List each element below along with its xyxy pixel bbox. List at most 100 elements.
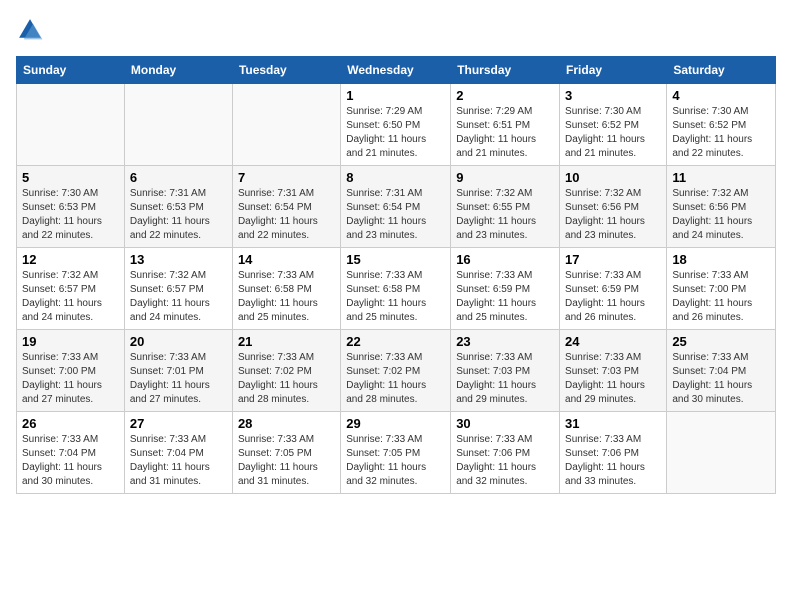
calendar-cell: 9 Sunrise: 7:32 AM Sunset: 6:55 PM Daylig… [451,166,560,248]
day-info: Sunrise: 7:33 AM Sunset: 7:06 PM Dayligh… [456,433,554,489]
day-number: 28 [238,416,335,431]
calendar-cell: 16 Sunrise: 7:33 AM Sunset: 6:59 PM Dayli… [451,248,560,330]
calendar-cell: 29 Sunrise: 7:33 AM Sunset: 7:05 PM Dayli… [341,412,451,494]
calendar-cell: 7Sunrise: 7:31 AM Sunset: 6:54 PM Daylig… [232,166,340,248]
calendar-cell: 22 Sunrise: 7:33 AM Sunset: 7:02 PM Dayli… [341,330,451,412]
calendar-cell: 27 Sunrise: 7:33 AM Sunset: 7:04 PM Dayli… [124,412,232,494]
day-info: Sunrise: 7:32 AM Sunset: 6:56 PM Dayligh… [565,187,661,243]
day-info: Sunrise: 7:29 AM Sunset: 6:50 PM Dayligh… [346,105,445,161]
calendar-week-row: 1 Sunrise: 7:29 AM Sunset: 6:50 PM Daylig… [17,84,776,166]
day-info: Sunrise: 7:33 AM Sunset: 7:00 PM Dayligh… [22,351,119,407]
calendar-cell: 26Sunrise: 7:33 AM Sunset: 7:04 PM Dayli… [17,412,125,494]
day-number: 14 [238,252,335,267]
day-info: Sunrise: 7:33 AM Sunset: 7:06 PM Dayligh… [565,433,661,489]
weekday-header-tuesday: Tuesday [232,57,340,84]
calendar-cell: 12 Sunrise: 7:32 AM Sunset: 6:57 PM Dayli… [17,248,125,330]
day-info: Sunrise: 7:33 AM Sunset: 7:00 PM Dayligh… [672,269,770,325]
day-number: 1 [346,88,445,103]
day-info: Sunrise: 7:33 AM Sunset: 7:04 PM Dayligh… [22,433,119,489]
day-number: 4 [672,88,770,103]
logo-icon [16,16,44,44]
calendar-cell [667,412,776,494]
day-number: 22 [346,334,445,349]
calendar-cell: 1 Sunrise: 7:29 AM Sunset: 6:50 PM Daylig… [341,84,451,166]
day-info: Sunrise: 7:29 AM Sunset: 6:51 PM Dayligh… [456,105,554,161]
day-info: Sunrise: 7:33 AM Sunset: 6:59 PM Dayligh… [456,269,554,325]
day-number: 6 [130,170,227,185]
calendar-cell: 18 Sunrise: 7:33 AM Sunset: 7:00 PM Dayli… [667,248,776,330]
weekday-header-monday: Monday [124,57,232,84]
day-info: Sunrise: 7:33 AM Sunset: 7:01 PM Dayligh… [130,351,227,407]
calendar-table: SundayMondayTuesdayWednesdayThursdayFrid… [16,56,776,494]
day-info: Sunrise: 7:30 AM Sunset: 6:53 PM Dayligh… [22,187,119,243]
day-info: Sunrise: 7:33 AM Sunset: 7:03 PM Dayligh… [456,351,554,407]
calendar-cell: 4Sunrise: 7:30 AM Sunset: 6:52 PM Daylig… [667,84,776,166]
day-number: 30 [456,416,554,431]
day-number: 23 [456,334,554,349]
day-info: Sunrise: 7:33 AM Sunset: 7:02 PM Dayligh… [346,351,445,407]
weekday-header-friday: Friday [560,57,667,84]
calendar-week-row: 26Sunrise: 7:33 AM Sunset: 7:04 PM Dayli… [17,412,776,494]
logo [16,16,48,44]
calendar-cell: 28Sunrise: 7:33 AM Sunset: 7:05 PM Dayli… [232,412,340,494]
calendar-cell: 11Sunrise: 7:32 AM Sunset: 6:56 PM Dayli… [667,166,776,248]
day-info: Sunrise: 7:32 AM Sunset: 6:57 PM Dayligh… [22,269,119,325]
day-number: 25 [672,334,770,349]
day-info: Sunrise: 7:33 AM Sunset: 7:02 PM Dayligh… [238,351,335,407]
day-info: Sunrise: 7:31 AM Sunset: 6:53 PM Dayligh… [130,187,227,243]
day-number: 16 [456,252,554,267]
calendar-cell [124,84,232,166]
calendar-cell: 10Sunrise: 7:32 AM Sunset: 6:56 PM Dayli… [560,166,667,248]
day-number: 9 [456,170,554,185]
day-number: 12 [22,252,119,267]
calendar-cell: 24 Sunrise: 7:33 AM Sunset: 7:03 PM Dayli… [560,330,667,412]
day-number: 3 [565,88,661,103]
day-number: 21 [238,334,335,349]
day-info: Sunrise: 7:33 AM Sunset: 7:05 PM Dayligh… [346,433,445,489]
day-info: Sunrise: 7:33 AM Sunset: 7:04 PM Dayligh… [672,351,770,407]
calendar-cell: 30 Sunrise: 7:33 AM Sunset: 7:06 PM Dayli… [451,412,560,494]
calendar-cell: 20 Sunrise: 7:33 AM Sunset: 7:01 PM Dayli… [124,330,232,412]
day-number: 24 [565,334,661,349]
day-number: 15 [346,252,445,267]
day-info: Sunrise: 7:33 AM Sunset: 6:58 PM Dayligh… [346,269,445,325]
day-info: Sunrise: 7:33 AM Sunset: 7:04 PM Dayligh… [130,433,227,489]
page-header [16,16,776,44]
day-number: 8 [346,170,445,185]
calendar-cell: 6 Sunrise: 7:31 AM Sunset: 6:53 PM Daylig… [124,166,232,248]
calendar-cell: 5 Sunrise: 7:30 AM Sunset: 6:53 PM Daylig… [17,166,125,248]
day-number: 29 [346,416,445,431]
calendar-cell: 3 Sunrise: 7:30 AM Sunset: 6:52 PM Daylig… [560,84,667,166]
calendar-week-row: 19 Sunrise: 7:33 AM Sunset: 7:00 PM Dayli… [17,330,776,412]
calendar-cell: 13 Sunrise: 7:32 AM Sunset: 6:57 PM Dayli… [124,248,232,330]
day-number: 20 [130,334,227,349]
calendar-week-row: 5 Sunrise: 7:30 AM Sunset: 6:53 PM Daylig… [17,166,776,248]
calendar-cell: 15 Sunrise: 7:33 AM Sunset: 6:58 PM Dayli… [341,248,451,330]
calendar-cell: 8Sunrise: 7:31 AM Sunset: 6:54 PM Daylig… [341,166,451,248]
day-number: 18 [672,252,770,267]
calendar-cell: 17Sunrise: 7:33 AM Sunset: 6:59 PM Dayli… [560,248,667,330]
weekday-header-wednesday: Wednesday [341,57,451,84]
calendar-cell: 2 Sunrise: 7:29 AM Sunset: 6:51 PM Daylig… [451,84,560,166]
calendar-cell [17,84,125,166]
day-info: Sunrise: 7:32 AM Sunset: 6:55 PM Dayligh… [456,187,554,243]
calendar-cell: 31Sunrise: 7:33 AM Sunset: 7:06 PM Dayli… [560,412,667,494]
day-number: 7 [238,170,335,185]
calendar-cell: 23 Sunrise: 7:33 AM Sunset: 7:03 PM Dayli… [451,330,560,412]
calendar-cell: 14 Sunrise: 7:33 AM Sunset: 6:58 PM Dayli… [232,248,340,330]
calendar-cell: 19 Sunrise: 7:33 AM Sunset: 7:00 PM Dayli… [17,330,125,412]
calendar-cell: 21 Sunrise: 7:33 AM Sunset: 7:02 PM Dayli… [232,330,340,412]
day-info: Sunrise: 7:33 AM Sunset: 6:58 PM Dayligh… [238,269,335,325]
day-number: 19 [22,334,119,349]
day-number: 13 [130,252,227,267]
day-info: Sunrise: 7:32 AM Sunset: 6:57 PM Dayligh… [130,269,227,325]
weekday-header-thursday: Thursday [451,57,560,84]
day-info: Sunrise: 7:30 AM Sunset: 6:52 PM Dayligh… [565,105,661,161]
day-number: 5 [22,170,119,185]
day-number: 2 [456,88,554,103]
day-info: Sunrise: 7:33 AM Sunset: 7:03 PM Dayligh… [565,351,661,407]
day-number: 27 [130,416,227,431]
weekday-header-sunday: Sunday [17,57,125,84]
calendar-cell [232,84,340,166]
day-number: 17 [565,252,661,267]
